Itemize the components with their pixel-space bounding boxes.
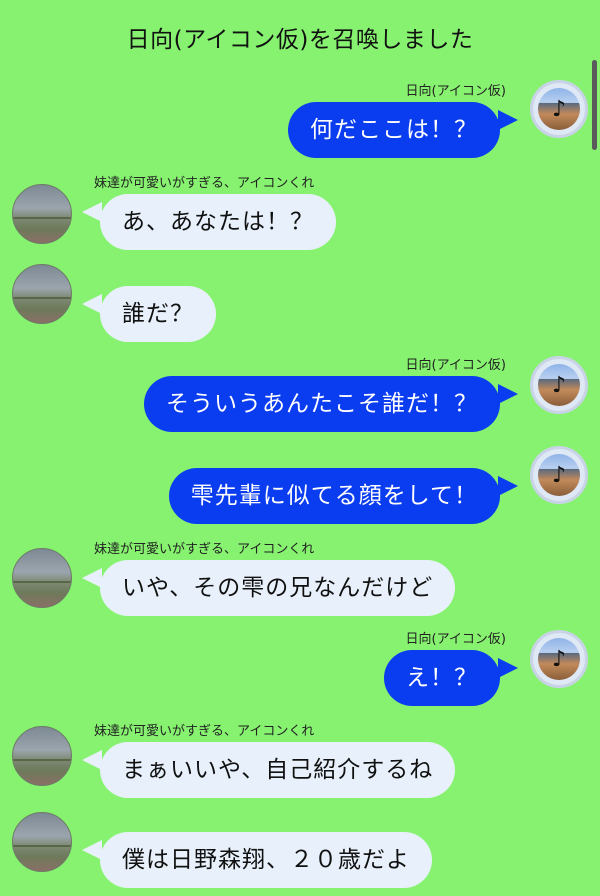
message-bubble[interactable]: あ、あなたは！？ (100, 194, 336, 250)
bubble-tail (82, 750, 102, 770)
user-avatar[interactable] (12, 548, 72, 608)
hinata-avatar[interactable]: ♪ (530, 80, 588, 138)
message-bubble[interactable]: 誰だ？ (100, 286, 216, 342)
user-avatar[interactable] (12, 812, 72, 872)
music-note-icon: ♪ (551, 373, 567, 398)
sender-name: 妹達が可愛いがすぎる、アイコンくれ (94, 542, 315, 557)
user-avatar[interactable] (12, 264, 72, 324)
sender-name: 日向(アイコン仮) (405, 358, 507, 373)
message-bubble[interactable]: まぁいいや、自己紹介するね (100, 742, 456, 798)
bubble-tail (498, 110, 518, 130)
bubble-tail (82, 568, 102, 588)
chat-title: 日向(アイコン仮)を召喚しました (126, 27, 474, 53)
sender-name: 妹達が可愛いがすぎる、アイコンくれ (94, 176, 315, 191)
hinata-avatar[interactable]: ♪ (530, 630, 588, 688)
message-bubble[interactable]: そういうあんたこそ誰だ！？ (144, 376, 500, 432)
bubble-tail (82, 202, 102, 222)
user-avatar[interactable] (12, 726, 72, 786)
bubble-tail (498, 658, 518, 678)
hinata-avatar[interactable]: ♪ (530, 356, 588, 414)
hinata-avatar[interactable]: ♪ (530, 446, 588, 504)
music-note-icon: ♪ (551, 463, 567, 488)
bubble-tail (498, 384, 518, 404)
sender-name: 日向(アイコン仮) (405, 632, 507, 647)
sender-name: 妹達が可愛いがすぎる、アイコンくれ (94, 724, 315, 739)
bubble-tail (498, 476, 518, 496)
message-bubble[interactable]: え！？ (384, 650, 500, 706)
message-bubble[interactable]: いや、その雫の兄なんだけど (100, 560, 456, 616)
message-bubble[interactable]: 雫先輩に似てる顔をして！ (168, 468, 500, 524)
user-avatar[interactable] (12, 184, 72, 244)
message-bubble[interactable]: 何だここは！？ (288, 102, 500, 158)
sender-name: 日向(アイコン仮) (405, 84, 507, 99)
scrollbar[interactable] (592, 60, 597, 150)
music-note-icon: ♪ (551, 647, 567, 672)
bubble-tail (82, 294, 102, 314)
bubble-tail (82, 840, 102, 860)
message-bubble[interactable]: 僕は日野森翔、２０歳だよ (100, 832, 432, 888)
music-note-icon: ♪ (551, 97, 567, 122)
